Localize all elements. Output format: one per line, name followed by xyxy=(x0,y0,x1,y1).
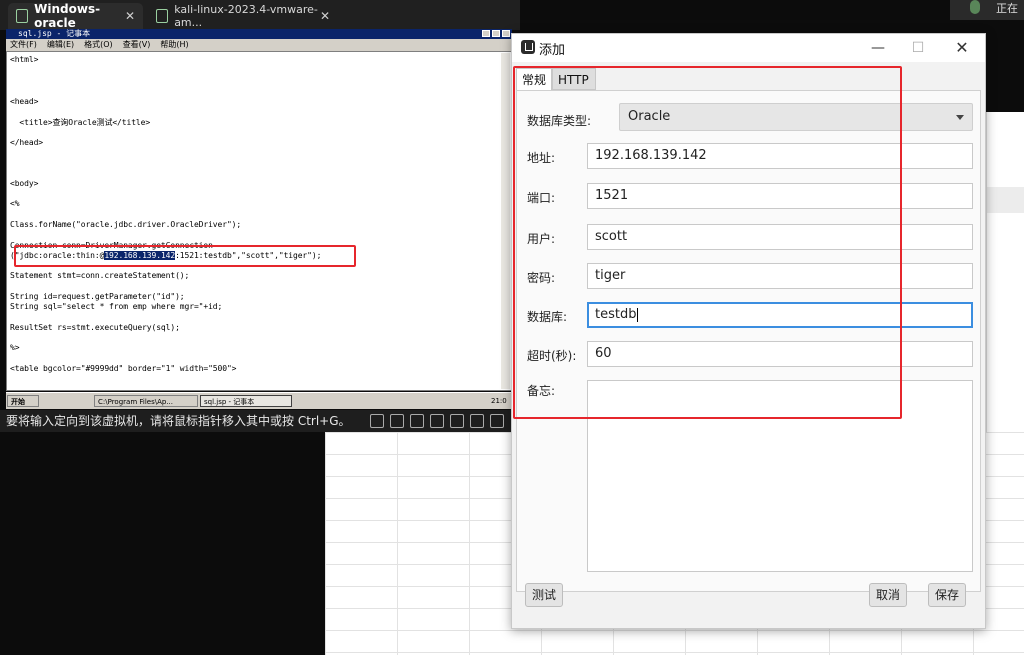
code-line: <html> xyxy=(10,55,39,64)
printer-icon[interactable] xyxy=(450,414,464,428)
clock: 21:0 xyxy=(488,395,512,407)
vm-tab-kali[interactable]: kali-linux-2023.4-vmware-am... ✕ xyxy=(148,3,338,29)
cdrom-icon[interactable] xyxy=(390,414,404,428)
dialog-titlebar: 添加 — ☐ ✕ xyxy=(512,34,985,62)
code-line: String sql="select * from emp where mgr=… xyxy=(10,302,223,311)
close-icon[interactable] xyxy=(502,30,510,37)
sound-icon[interactable] xyxy=(470,414,484,428)
close-button[interactable]: ✕ xyxy=(947,37,977,59)
code-line: Statement stmt=conn.createStatement(); xyxy=(10,271,190,280)
minimize-icon[interactable] xyxy=(482,30,490,37)
network-icon[interactable] xyxy=(410,414,424,428)
notepad-editor[interactable]: <html> <head> <title>查询Oracle测试</title> … xyxy=(6,51,512,391)
cancel-button[interactable]: 取消 xyxy=(869,583,907,607)
code-line: <table bgcolor="#9999dd" border="1" widt… xyxy=(10,364,237,373)
vm-icon xyxy=(16,9,29,23)
minimize-button[interactable]: — xyxy=(863,37,893,59)
annotation-box-connection xyxy=(14,245,356,267)
taskbar-item-explorer[interactable]: C:\Program Files\Ap... xyxy=(94,395,198,407)
close-icon[interactable]: ✕ xyxy=(320,9,330,23)
hdd-icon[interactable] xyxy=(370,414,384,428)
menu-file[interactable]: 文件(F) xyxy=(10,40,37,49)
vm-status-bar: 要将输入定向到该虚拟机，请将鼠标指针移入其中或按 Ctrl+G。 xyxy=(0,410,512,432)
taskbar-item-notepad[interactable]: sql.jsp - 记事本 xyxy=(200,395,292,407)
save-button[interactable]: 保存 xyxy=(928,583,966,607)
code-line: <head> xyxy=(10,97,39,106)
code-line: </head> xyxy=(10,138,44,147)
usb-icon[interactable] xyxy=(430,414,444,428)
code-line: ResultSet rs=stmt.executeQuery(sql); xyxy=(10,323,180,332)
close-icon[interactable]: ✕ xyxy=(125,9,135,23)
code-line: Class.forName("oracle.jdbc.driver.Oracle… xyxy=(10,220,242,229)
menu-help[interactable]: 帮助(H) xyxy=(160,40,188,49)
top-right-status: 正在 xyxy=(950,0,1024,20)
mic-icon xyxy=(970,0,980,14)
code-line: <% xyxy=(10,199,20,208)
maximize-button[interactable]: ☐ xyxy=(903,37,933,59)
vm-tab-windows-oracle[interactable]: Windows-oracle ✕ xyxy=(8,2,143,30)
background-app-pane xyxy=(986,112,1024,432)
maximize-icon[interactable] xyxy=(492,30,500,37)
vm-icon xyxy=(156,9,169,23)
menu-format[interactable]: 格式(O) xyxy=(84,40,113,49)
vm-tab-bar: Windows-oracle ✕ kali-linux-2023.4-vmwar… xyxy=(0,0,520,30)
code-line: %> xyxy=(10,343,20,352)
notepad-titlebar: sql.jsp - 记事本 xyxy=(6,29,512,39)
display-icon[interactable] xyxy=(490,414,504,428)
scrollbar[interactable] xyxy=(501,53,510,389)
chevron-down-icon xyxy=(956,115,964,120)
menu-view[interactable]: 查看(V) xyxy=(123,40,151,49)
start-button[interactable]: 开始 xyxy=(7,395,39,407)
test-button[interactable]: 测试 xyxy=(525,583,563,607)
annotation-box-form xyxy=(513,66,902,419)
app-logo-icon xyxy=(521,40,535,54)
notepad-menubar: 文件(F) 编辑(E) 格式(O) 查看(V) 帮助(H) xyxy=(6,39,512,51)
code-line: <title>查询Oracle测试</title> xyxy=(10,118,151,127)
menu-edit[interactable]: 编辑(E) xyxy=(47,40,74,49)
xp-taskbar: 开始 C:\Program Files\Ap... sql.jsp - 记事本 … xyxy=(6,392,512,409)
code-line: <body> xyxy=(10,179,39,188)
code-line: String id=request.getParameter("id"); xyxy=(10,292,185,301)
